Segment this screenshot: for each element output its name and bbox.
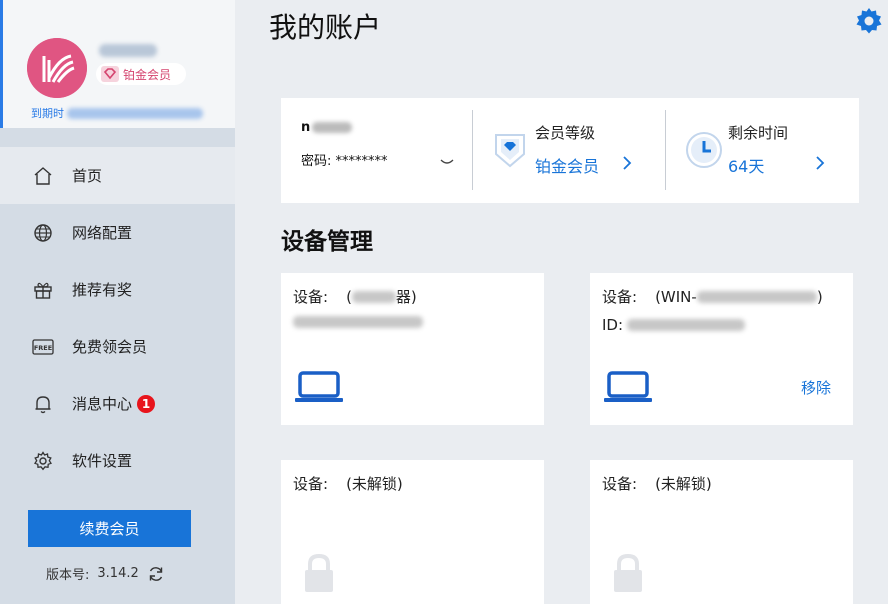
lock-icon	[611, 552, 645, 594]
device-name-redacted	[351, 290, 396, 303]
sidebar-item-label: 消息中心	[72, 395, 133, 413]
device-label: 设备:	[293, 288, 329, 306]
device-card: 设备: (未解锁)	[281, 460, 544, 604]
renew-membership-button[interactable]: 续费会员	[28, 510, 191, 547]
version-label: 版本号:	[46, 568, 90, 583]
password-value: ********	[335, 154, 388, 169]
sidebar-item-label: 免费领会员	[72, 338, 148, 356]
brand-logo-icon	[27, 38, 87, 98]
device-status: (未解锁)	[655, 475, 712, 493]
expire-date-redacted	[67, 107, 203, 119]
page-title: 我的账户	[269, 11, 382, 44]
device-name-prefix: (WIN-	[655, 287, 697, 306]
device-name-suffix: 器)	[395, 288, 417, 306]
device-id-redacted	[627, 319, 746, 331]
version-info: 版本号: 3.14.2	[46, 564, 165, 583]
gift-icon	[32, 279, 54, 301]
account-name-prefix: n	[301, 120, 311, 135]
account-summary-card: n 密码: ******** 会员等级 铂金会员 剩余时间 64天	[281, 98, 859, 203]
sidebar-item-label: 推荐有奖	[72, 281, 133, 299]
profile-panel: 铂金会员 到期时	[0, 0, 235, 128]
device-name-redacted	[696, 290, 817, 303]
password-label: 密码:	[301, 154, 332, 169]
device-id-label: ID:	[602, 316, 624, 334]
remaining-time-value: 64天	[728, 157, 765, 176]
diamond-icon	[100, 66, 120, 82]
device-name: 设备: ( 器)	[293, 286, 417, 307]
expire-date: 到期时	[31, 105, 203, 121]
sidebar-item-messages[interactable]: 消息中心 1	[0, 375, 235, 432]
device-id: ID:	[602, 316, 746, 334]
settings-gear-icon[interactable]	[852, 5, 886, 39]
globe-icon	[32, 222, 54, 244]
device-id-redacted	[293, 316, 423, 328]
device-name-suffix: )	[816, 287, 823, 306]
free-icon-text: FREE	[34, 344, 52, 352]
device-name: 设备: (未解锁)	[293, 473, 403, 494]
shield-icon	[491, 130, 529, 170]
device-status: (未解锁)	[346, 475, 403, 493]
gear-icon	[32, 450, 54, 472]
device-card: 设备: ( 器)	[281, 273, 544, 425]
clock-icon	[684, 130, 722, 170]
membership-level-label: 会员等级	[535, 124, 596, 142]
refresh-icon[interactable]	[147, 565, 165, 583]
free-icon: FREE	[32, 336, 54, 358]
home-icon	[32, 165, 54, 187]
device-name: 设备: (WIN- )	[602, 286, 823, 307]
eye-closed-icon[interactable]	[439, 152, 455, 164]
sidebar-item-free-membership[interactable]: FREE 免费领会员	[0, 318, 235, 375]
vip-badge-label: 铂金会员	[123, 67, 172, 82]
remove-device-button[interactable]: 移除	[801, 377, 831, 398]
device-card: 设备: (WIN- ) ID: 移除	[590, 273, 853, 425]
expire-label: 到期时	[31, 107, 64, 120]
chevron-right-icon[interactable]	[813, 154, 827, 172]
remaining-time[interactable]: 剩余时间 64天	[666, 98, 859, 203]
laptop-icon	[604, 370, 652, 404]
membership-level-value: 铂金会员	[535, 157, 600, 176]
version-value: 3.14.2	[97, 566, 139, 581]
device-management-title: 设备管理	[281, 229, 373, 255]
device-name: 设备: (未解锁)	[602, 473, 712, 494]
unread-count-badge: 1	[137, 394, 156, 413]
device-label: 设备:	[602, 475, 638, 493]
lock-icon	[302, 552, 336, 594]
username-redacted	[99, 44, 157, 57]
chevron-right-icon[interactable]	[620, 154, 634, 172]
sidebar-item-label: 首页	[72, 167, 103, 185]
avatar[interactable]	[27, 38, 87, 98]
account-name-redacted	[312, 122, 353, 133]
account-info: n 密码: ********	[281, 98, 473, 203]
account-password: 密码: ********	[301, 150, 388, 169]
vip-badge: 铂金会员	[96, 63, 186, 85]
sidebar-item-network-config[interactable]: 网络配置	[0, 204, 235, 261]
device-label: 设备:	[602, 288, 638, 306]
sidebar: 铂金会员 到期时 首页 网络配置 推荐有奖 FREE 免费领会员 消息中心 1 …	[0, 0, 235, 604]
membership-level[interactable]: 会员等级 铂金会员	[473, 98, 666, 203]
device-card: 设备: (未解锁)	[590, 460, 853, 604]
sidebar-item-label: 网络配置	[72, 224, 133, 242]
sidebar-item-referral[interactable]: 推荐有奖	[0, 261, 235, 318]
sidebar-item-settings[interactable]: 软件设置	[0, 432, 235, 489]
account-name: n	[301, 120, 353, 135]
sidebar-item-home[interactable]: 首页	[0, 147, 235, 204]
remaining-time-label: 剩余时间	[728, 124, 789, 142]
sidebar-nav: 首页 网络配置 推荐有奖 FREE 免费领会员 消息中心 1 软件设置	[0, 147, 235, 489]
sidebar-item-label: 软件设置	[72, 452, 133, 470]
bell-icon	[32, 393, 54, 415]
laptop-icon	[295, 370, 343, 404]
device-label: 设备:	[293, 475, 329, 493]
device-id	[293, 316, 423, 328]
